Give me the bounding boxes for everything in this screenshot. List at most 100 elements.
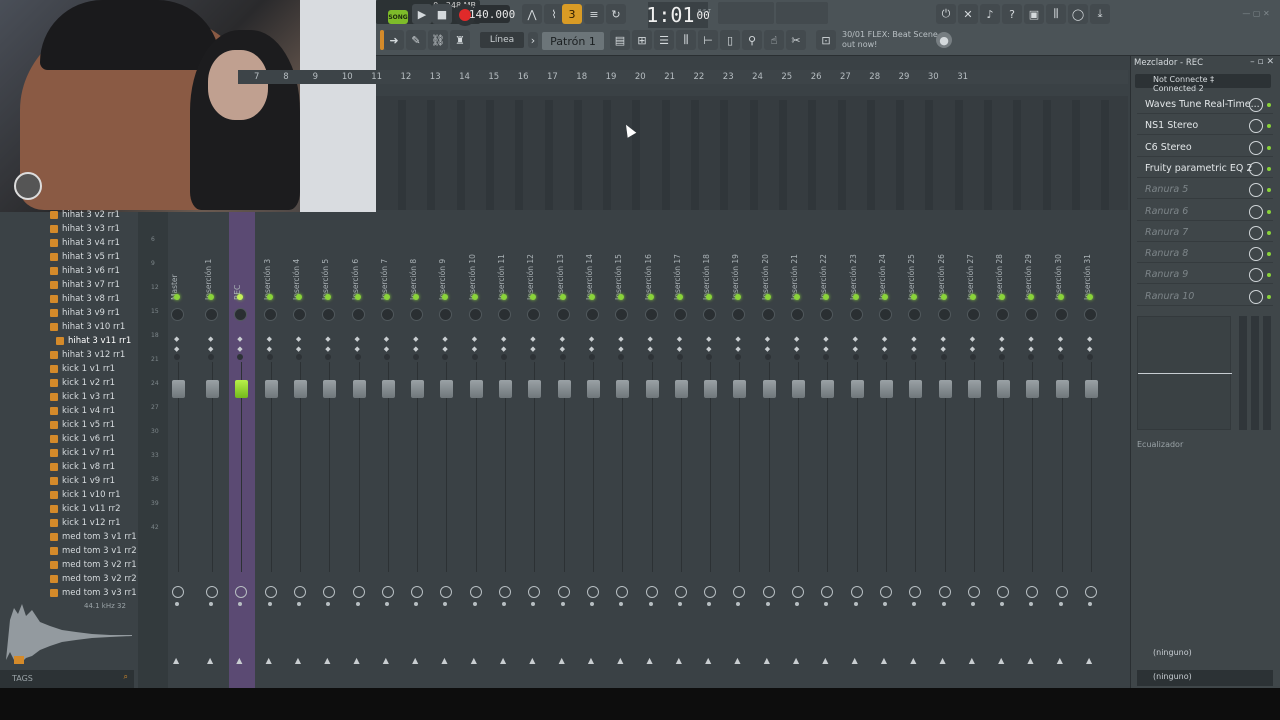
track-volume-fader[interactable] [293, 380, 307, 398]
track-route-arrow-icon[interactable]: ▲ [207, 656, 213, 665]
slot-enable-led[interactable] [1267, 252, 1271, 257]
track-send-dot[interactable] [941, 602, 946, 606]
track-volume-fader[interactable] [850, 380, 864, 398]
track-send-dot[interactable] [355, 602, 360, 606]
mixer-track[interactable]: Inserción 13 ◆ ◆ ▲ [552, 212, 578, 688]
track-enable-led[interactable] [295, 294, 302, 300]
track-send-knob[interactable] [172, 586, 184, 598]
track-stereo-up-icon[interactable]: ◆ [911, 336, 918, 343]
track-pan-knob[interactable] [351, 308, 365, 321]
track-stereo-down-icon[interactable]: ◆ [618, 346, 625, 353]
track-stereo-down-icon[interactable]: ◆ [174, 346, 181, 353]
track-stereo-up-icon[interactable]: ◆ [735, 336, 742, 343]
track-route-arrow-icon[interactable]: ▲ [1027, 656, 1033, 665]
shop-button[interactable]: ⊡ [816, 30, 836, 50]
track-stereo-down-icon[interactable]: ◆ [296, 346, 303, 353]
track-route-arrow-icon[interactable]: ▲ [676, 656, 682, 665]
track-stereo-up-icon[interactable]: ◆ [384, 336, 391, 343]
track-send-dot[interactable] [1029, 602, 1034, 606]
channel-rack-button[interactable]: ☰ [654, 30, 674, 50]
track-sep-knob[interactable] [647, 354, 654, 360]
track-route-arrow-icon[interactable]: ▲ [500, 656, 506, 665]
track-route-arrow-icon[interactable]: ▲ [1086, 656, 1092, 665]
browser-item[interactable]: med tom 3 v1 rr2 [50, 544, 137, 558]
track-sep-knob[interactable] [940, 354, 947, 360]
track-volume-fader[interactable] [264, 380, 278, 398]
track-send-dot[interactable] [824, 602, 829, 606]
track-route-arrow-icon[interactable]: ▲ [295, 656, 301, 665]
arrow-tool-button[interactable]: ➜ [384, 30, 404, 50]
browser-item[interactable]: kick 1 v7 rr1 [50, 446, 115, 460]
track-send-knob[interactable] [645, 586, 658, 598]
effect-slot[interactable]: Ranura 9 [1137, 266, 1273, 285]
track-stereo-up-icon[interactable]: ◆ [472, 336, 479, 343]
track-send-dot[interactable] [560, 602, 565, 606]
mixer-track[interactable]: Inserción 5 ◆ ◆ ▲ [317, 212, 343, 688]
track-stereo-up-icon[interactable]: ◆ [413, 336, 420, 343]
track-sep-knob[interactable] [588, 354, 595, 360]
track-route-arrow-icon[interactable]: ▲ [998, 656, 1004, 665]
track-volume-fader[interactable] [323, 380, 337, 398]
stamp-tool-button[interactable]: ♜ [450, 30, 470, 50]
track-volume-fader[interactable] [381, 380, 395, 398]
track-send-dot[interactable] [912, 602, 917, 606]
track-stereo-down-icon[interactable]: ◆ [501, 346, 508, 353]
mixer-track[interactable]: Inserción 24 ◆ ◆ ▲ [874, 212, 900, 688]
metronome-button[interactable]: ⋀ [522, 4, 542, 24]
slot-mix-knob[interactable] [1249, 119, 1263, 134]
track-stereo-down-icon[interactable]: ◆ [384, 346, 391, 353]
browser-item[interactable]: hihat 3 v8 rr1 [50, 292, 120, 306]
mixer-track[interactable]: Inserción 15 ◆ ◆ ▲ [610, 212, 636, 688]
track-send-dot[interactable] [384, 602, 389, 606]
slot-mix-knob[interactable] [1249, 183, 1263, 198]
track-send-knob[interactable] [411, 586, 424, 598]
track-stereo-down-icon[interactable]: ◆ [1028, 346, 1035, 353]
track-volume-fader[interactable] [235, 380, 249, 398]
track-stereo-up-icon[interactable]: ◆ [296, 336, 303, 343]
track-pan-knob[interactable] [263, 308, 277, 321]
pattern-lane[interactable] [925, 100, 934, 210]
slot-mix-knob[interactable] [1249, 247, 1263, 262]
track-stereo-up-icon[interactable]: ◆ [794, 336, 801, 343]
track-route-arrow-icon[interactable]: ▲ [969, 656, 975, 665]
browser-item[interactable]: kick 1 v6 rr1 [50, 432, 115, 446]
track-enable-led[interactable] [354, 294, 361, 300]
track-sep-knob[interactable] [501, 354, 507, 360]
mixer-view-button[interactable]: ⫼ [676, 30, 696, 50]
track-stereo-down-icon[interactable]: ◆ [853, 346, 860, 353]
track-sep-knob[interactable] [266, 354, 273, 360]
track-pan-knob[interactable] [908, 308, 922, 321]
play-button[interactable]: ▶ [412, 4, 432, 24]
track-stereo-down-icon[interactable]: ◆ [530, 346, 537, 353]
track-sep-knob[interactable] [383, 354, 390, 360]
track-pan-knob[interactable] [410, 308, 424, 321]
step-button[interactable]: ≡ [584, 4, 604, 24]
track-stereo-down-icon[interactable]: ◆ [413, 346, 420, 353]
track-volume-fader[interactable] [967, 380, 981, 398]
track-send-knob[interactable] [293, 586, 306, 598]
eq-fader-3[interactable] [1263, 316, 1271, 430]
pattern-lane[interactable] [398, 100, 406, 210]
tempo-display[interactable]: 140.000 [469, 5, 515, 23]
track-send-knob[interactable] [1055, 586, 1068, 598]
track-enable-led[interactable] [764, 294, 771, 300]
panel-window-controls[interactable]: – ▫ ✕ [1250, 57, 1274, 67]
track-volume-fader[interactable] [879, 380, 893, 398]
track-volume-fader[interactable] [1055, 380, 1069, 398]
track-stereo-down-icon[interactable]: ◆ [765, 346, 772, 353]
track-send-knob[interactable] [967, 586, 980, 598]
track-stereo-up-icon[interactable]: ◆ [325, 336, 332, 343]
track-stereo-down-icon[interactable]: ◆ [648, 346, 655, 353]
track-send-knob[interactable] [938, 586, 951, 598]
playlist-button[interactable]: ▤ [610, 30, 630, 50]
track-enable-led[interactable] [559, 294, 566, 300]
browser-item[interactable]: hihat 3 v11 rr1 [56, 334, 131, 348]
mixer-track[interactable]: Inserción 12 ◆ ◆ ▲ [522, 212, 548, 688]
track-stereo-up-icon[interactable]: ◆ [208, 336, 215, 343]
track-sep-knob[interactable] [354, 354, 361, 360]
track-stereo-down-icon[interactable]: ◆ [208, 346, 215, 353]
track-send-knob[interactable] [381, 586, 394, 598]
track-stereo-down-icon[interactable]: ◆ [823, 346, 830, 353]
track-stereo-down-icon[interactable]: ◆ [1058, 346, 1065, 353]
effect-slot[interactable]: C6 Stereo [1137, 139, 1273, 157]
